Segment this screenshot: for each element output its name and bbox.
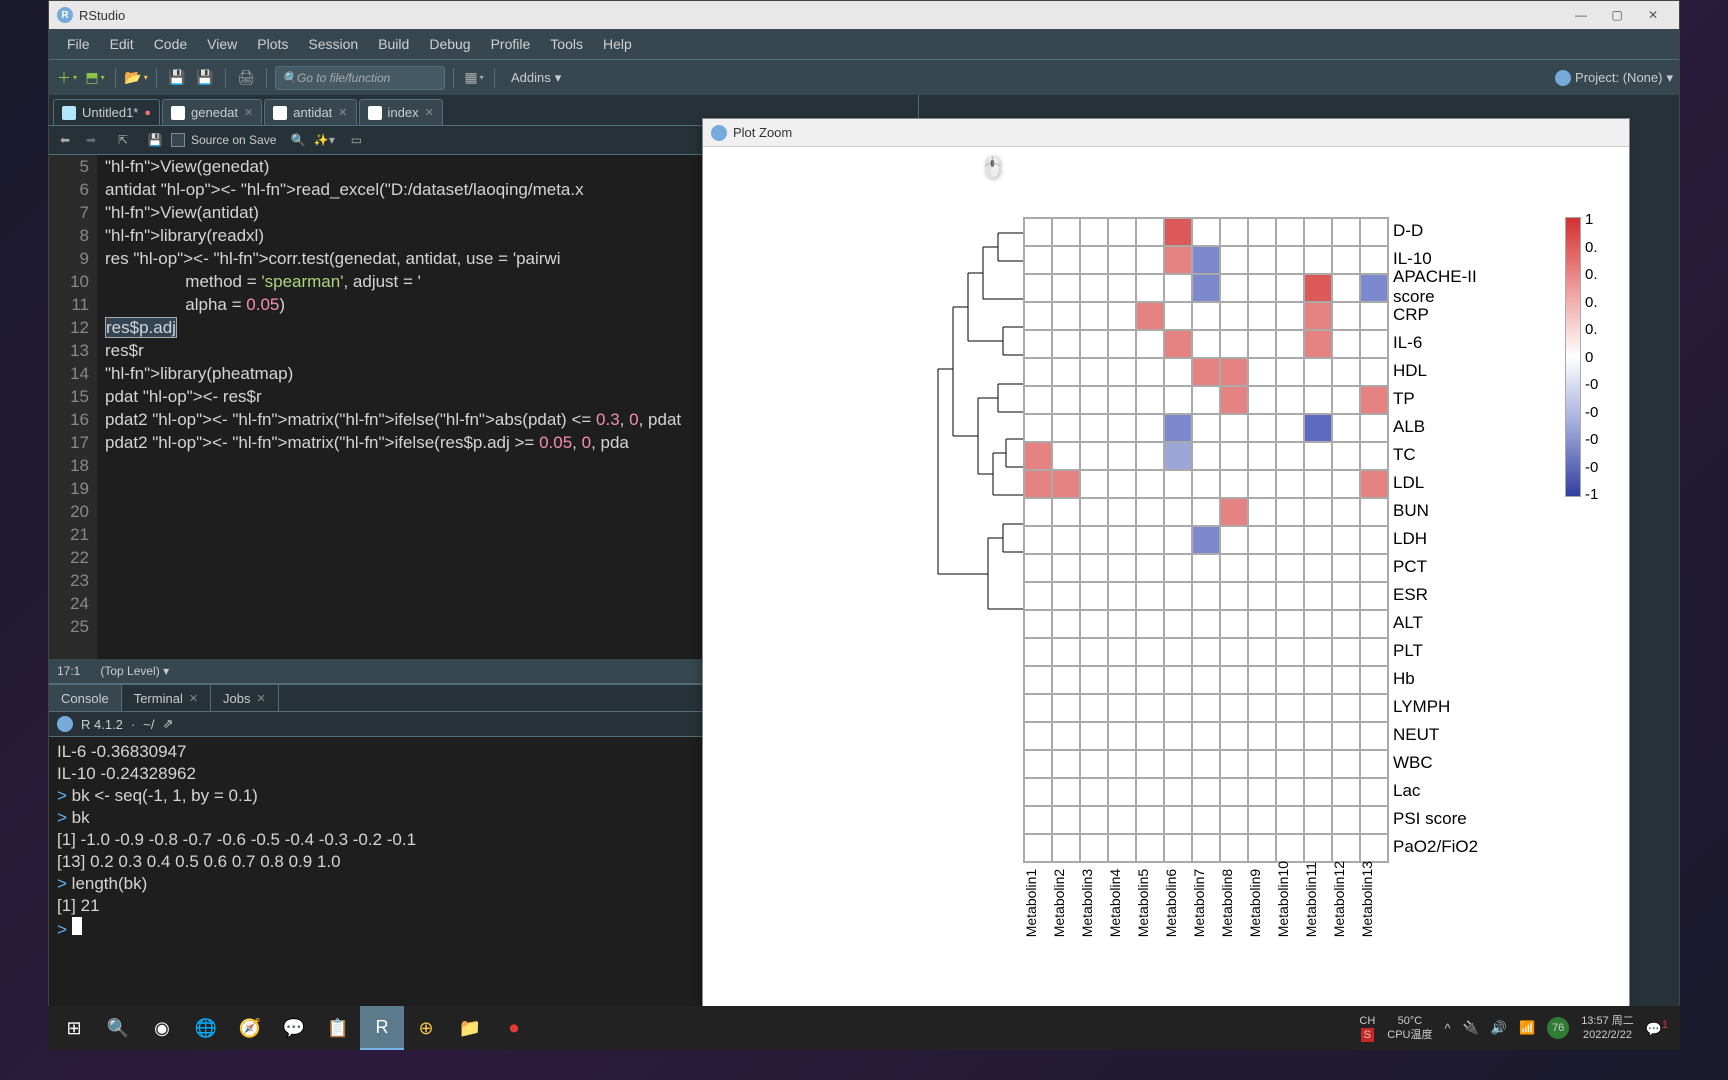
menu-build[interactable]: Build [368, 32, 419, 56]
save-button[interactable]: 💾 [165, 66, 189, 90]
scope-selector[interactable]: (Top Level) ▾ [100, 664, 169, 678]
data-icon [273, 106, 287, 120]
system-tray: CH S 50°C CPU温度 ^ 🔌 🔊 📶 76 13:57 周二 2022… [1359, 1014, 1676, 1042]
main-toolbar: ＋ ⬒ 📂 💾 💾 🖨 🔍 Go to file/function ▦ Addi… [49, 59, 1679, 95]
record-icon[interactable]: ⏺ [492, 1006, 536, 1050]
tab-untitled1[interactable]: Untitled1* ● [53, 99, 160, 125]
rstudio-logo-icon: R [57, 7, 73, 23]
app-icon[interactable]: ⊕ [404, 1006, 448, 1050]
close-icon[interactable]: ✕ [425, 106, 434, 119]
grid-button[interactable]: ▦ [462, 66, 486, 90]
close-icon[interactable]: ✕ [244, 106, 253, 119]
close-button[interactable]: ✕ [1635, 4, 1671, 26]
edge-icon[interactable]: 🧭 [228, 1006, 272, 1050]
forward-button[interactable]: ➡ [81, 130, 101, 150]
menu-session[interactable]: Session [298, 32, 368, 56]
r-project-icon [1555, 70, 1571, 86]
tray-badge[interactable]: 76 [1547, 1017, 1569, 1039]
search-button[interactable]: 🔍 [96, 1006, 140, 1050]
heatmap-legend: 10.0.0.0.0-0-0-0-0-1 [1565, 217, 1581, 497]
window-title: RStudio [79, 8, 1563, 23]
search-icon: 🔍 [282, 71, 297, 85]
clock[interactable]: 13:57 周二 2022/2/22 [1581, 1014, 1634, 1042]
maximize-button[interactable]: ▢ [1599, 4, 1635, 26]
dendrogram [928, 219, 1028, 744]
tab-index[interactable]: index ✕ [359, 99, 443, 125]
menu-tools[interactable]: Tools [540, 32, 593, 56]
menu-view[interactable]: View [197, 32, 247, 56]
data-icon [368, 106, 382, 120]
ime-indicator[interactable]: CH S [1359, 1014, 1375, 1042]
r-logo-icon [57, 716, 73, 732]
source-on-save-checkbox[interactable] [171, 133, 185, 147]
data-icon [171, 106, 185, 120]
notebook-button[interactable]: ▭ [346, 130, 366, 150]
explorer-icon[interactable]: 📁 [448, 1006, 492, 1050]
minimize-button[interactable]: — [1563, 4, 1599, 26]
open-file-button[interactable]: 📂 [124, 66, 148, 90]
plot-zoom-window[interactable]: Plot Zoom D-DIL-10APACHE-I [702, 118, 1630, 1010]
plot-zoom-title: Plot Zoom [733, 125, 792, 140]
new-file-button[interactable]: ＋ [55, 66, 79, 90]
find-button[interactable]: 🔍 [288, 130, 308, 150]
menu-debug[interactable]: Debug [419, 32, 480, 56]
wechat-icon[interactable]: 💬 [272, 1006, 316, 1050]
print-button[interactable]: 🖨 [234, 66, 258, 90]
office-icon[interactable]: 📋 [316, 1006, 360, 1050]
back-button[interactable]: ⬅ [55, 130, 75, 150]
menu-edit[interactable]: Edit [100, 32, 144, 56]
rstudio-icon [711, 125, 727, 141]
menu-profile[interactable]: Profile [481, 32, 541, 56]
cortana-icon[interactable]: ◉ [140, 1006, 184, 1050]
titlebar: R RStudio — ▢ ✕ [49, 1, 1679, 29]
wifi-icon[interactable]: 📶 [1519, 1020, 1535, 1036]
notification-icon[interactable]: 💬1 [1646, 1019, 1668, 1037]
tab-console[interactable]: Console [49, 685, 122, 711]
tray-up-icon[interactable]: ^ [1445, 1021, 1451, 1036]
menu-help[interactable]: Help [593, 32, 642, 56]
cursor-icon: 🖱️ [980, 155, 1005, 180]
save-button[interactable]: 💾 [145, 130, 165, 150]
close-icon[interactable]: ✕ [338, 106, 347, 119]
cpu-temp[interactable]: 50°C CPU温度 [1387, 1014, 1432, 1042]
new-project-button[interactable]: ⬒ [83, 66, 107, 90]
taskbar: ⊞ 🔍 ◉ 🌐 🧭 💬 📋 R ⊕ 📁 ⏺ CH S 50°C CPU温度 ^ … [48, 1006, 1680, 1050]
menubar: File Edit Code View Plots Session Build … [49, 29, 1679, 59]
menu-code[interactable]: Code [144, 32, 197, 56]
wd-arrow-icon[interactable]: ⇗ [162, 716, 173, 732]
save-all-button[interactable]: 💾 [193, 66, 217, 90]
heatmap: D-DIL-10APACHE-II scoreCRPIL-6HDLTPALBTC… [1023, 217, 1389, 863]
cursor-position: 17:1 [57, 664, 80, 678]
chrome-icon[interactable]: 🌐 [184, 1006, 228, 1050]
show-in-new-window-button[interactable]: ⇱ [113, 130, 133, 150]
source-on-save-label: Source on Save [191, 133, 276, 147]
close-icon[interactable]: ● [144, 107, 151, 119]
tab-terminal[interactable]: Terminal✕ [122, 685, 211, 711]
volume-icon[interactable]: 🔊 [1491, 1020, 1507, 1036]
tab-jobs[interactable]: Jobs✕ [211, 685, 279, 711]
plot-canvas: D-DIL-10APACHE-II scoreCRPIL-6HDLTPALBTC… [703, 147, 1629, 1009]
project-dropdown[interactable]: Project: (None) ▾ [1555, 70, 1673, 86]
rstudio-taskbar-icon[interactable]: R [360, 1006, 404, 1050]
menu-plots[interactable]: Plots [247, 32, 298, 56]
rscript-icon [62, 106, 76, 120]
tab-genedat[interactable]: genedat ✕ [162, 99, 262, 125]
addins-dropdown[interactable]: Addins ▾ [503, 68, 569, 88]
goto-file-input[interactable]: 🔍 Go to file/function [275, 66, 445, 90]
menu-file[interactable]: File [57, 32, 100, 56]
usb-icon[interactable]: 🔌 [1463, 1020, 1479, 1036]
goto-placeholder: Go to file/function [297, 71, 390, 85]
plot-zoom-titlebar[interactable]: Plot Zoom [703, 119, 1629, 147]
wand-button[interactable]: ✨▾ [314, 130, 334, 150]
start-button[interactable]: ⊞ [52, 1006, 96, 1050]
tab-antidat[interactable]: antidat ✕ [264, 99, 356, 125]
